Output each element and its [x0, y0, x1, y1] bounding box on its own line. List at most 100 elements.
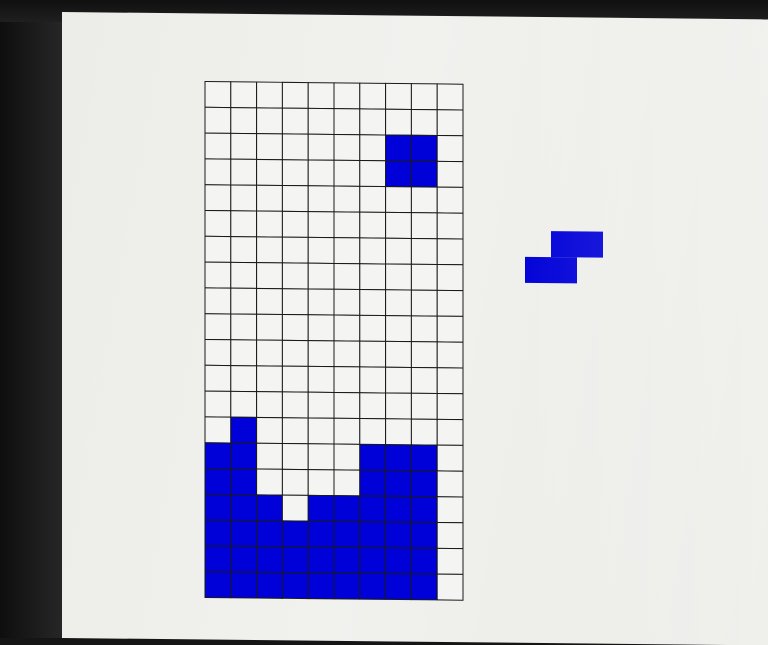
- empty-cell: [281, 494, 309, 522]
- filled-cell: [359, 547, 387, 575]
- empty-cell: [436, 135, 464, 163]
- empty-cell: [385, 418, 412, 446]
- empty-cell: [204, 158, 232, 186]
- empty-cell: [436, 315, 464, 343]
- empty-cell: [436, 393, 464, 421]
- empty-cell: [256, 287, 283, 316]
- filled-cell: [204, 493, 232, 521]
- empty-cell: [281, 159, 309, 187]
- empty-cell: [281, 417, 309, 445]
- game-screen: [62, 12, 768, 645]
- empty-cell: [436, 238, 464, 266]
- filled-cell: [385, 521, 412, 549]
- empty-cell: [307, 236, 335, 264]
- filled-cell: [385, 547, 412, 575]
- empty-cell: [436, 496, 464, 524]
- empty-cell: [281, 468, 309, 496]
- empty-cell: [333, 469, 361, 497]
- empty-cell: [281, 365, 309, 393]
- filled-cell: [204, 571, 232, 599]
- filled-cell: [359, 495, 387, 523]
- empty-cell: [204, 416, 232, 444]
- filled-cell: [230, 416, 258, 444]
- filled-cell: [385, 160, 412, 188]
- filled-cell: [307, 546, 335, 574]
- empty-cell: [307, 185, 335, 213]
- filled-cell: [359, 443, 387, 471]
- empty-cell: [385, 366, 412, 394]
- empty-cell: [281, 339, 309, 367]
- empty-cell: [333, 417, 361, 445]
- empty-cell: [436, 522, 464, 550]
- empty-cell: [230, 261, 258, 289]
- empty-cell: [307, 288, 335, 316]
- empty-cell: [359, 314, 387, 342]
- empty-cell: [204, 287, 232, 315]
- empty-cell: [256, 158, 283, 187]
- empty-cell: [307, 417, 335, 445]
- filled-cell: [307, 520, 335, 548]
- filled-cell: [410, 470, 438, 498]
- empty-cell: [333, 185, 361, 213]
- filled-cell: [230, 545, 258, 573]
- filled-cell: [256, 520, 283, 548]
- empty-cell: [359, 340, 387, 368]
- empty-cell: [385, 108, 412, 136]
- empty-cell: [436, 289, 464, 317]
- empty-cell: [385, 340, 412, 368]
- empty-cell: [256, 107, 283, 135]
- empty-cell: [256, 391, 283, 419]
- empty-cell: [281, 391, 309, 419]
- empty-cell: [385, 211, 412, 239]
- empty-cell: [307, 391, 335, 419]
- empty-cell: [333, 82, 361, 110]
- empty-cell: [230, 390, 258, 418]
- empty-cell: [359, 82, 387, 110]
- empty-cell: [204, 235, 232, 263]
- empty-cell: [256, 262, 283, 290]
- empty-cell: [204, 313, 232, 341]
- filled-cell: [410, 547, 438, 575]
- empty-cell: [333, 391, 361, 420]
- empty-cell: [307, 469, 335, 497]
- empty-cell: [256, 339, 283, 367]
- filled-cell: [410, 495, 438, 524]
- empty-cell: [307, 107, 335, 135]
- empty-cell: [436, 264, 464, 292]
- empty-cell: [359, 160, 387, 188]
- empty-cell: [256, 468, 283, 496]
- empty-cell: [230, 313, 258, 341]
- empty-cell: [307, 211, 335, 239]
- filled-cell: [230, 494, 258, 522]
- empty-cell: [385, 263, 412, 291]
- empty-cell: [281, 81, 309, 109]
- empty-cell: [307, 365, 335, 393]
- empty-cell: [204, 338, 232, 367]
- filled-cell: [410, 573, 438, 601]
- empty-cell: [204, 261, 232, 289]
- empty-cell: [359, 366, 387, 394]
- empty-cell: [410, 83, 438, 111]
- filled-cell: [333, 495, 361, 523]
- empty-cell: [307, 159, 335, 187]
- empty-cell: [359, 108, 387, 136]
- empty-cell: [436, 418, 464, 446]
- filled-cell: [204, 467, 232, 496]
- empty-cell: [333, 108, 361, 136]
- empty-cell: [410, 263, 438, 291]
- empty-cell: [333, 314, 361, 342]
- filled-cell: [230, 442, 258, 470]
- next-piece-block: [525, 256, 551, 284]
- filled-cell: [359, 572, 387, 600]
- next-piece-block: [551, 257, 577, 284]
- empty-cell: [204, 209, 232, 238]
- empty-cell: [204, 184, 232, 212]
- empty-cell: [333, 237, 361, 265]
- empty-cell: [410, 237, 438, 266]
- empty-cell: [410, 392, 438, 420]
- empty-cell: [281, 133, 309, 161]
- empty-cell: [256, 236, 283, 264]
- empty-cell: [410, 289, 438, 317]
- empty-cell: [359, 392, 387, 420]
- empty-cell: [436, 186, 464, 214]
